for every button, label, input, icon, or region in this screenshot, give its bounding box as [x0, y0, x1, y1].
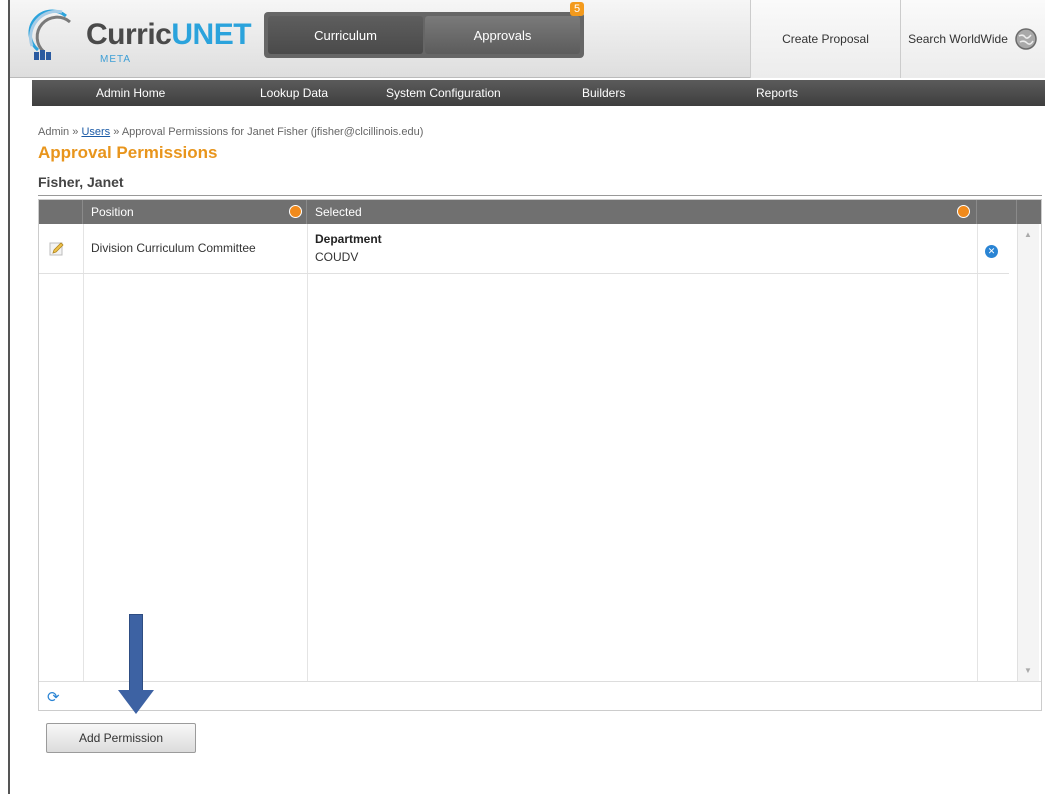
- approvals-count-badge: 5: [570, 2, 585, 16]
- breadcrumb-users-link[interactable]: Users: [81, 126, 110, 138]
- filter-icon[interactable]: [289, 205, 302, 218]
- annotation-arrow-icon: [118, 690, 154, 714]
- add-permission-label: Add Permission: [78, 731, 164, 745]
- menu-admin-home[interactable]: Admin Home: [96, 86, 165, 100]
- refresh-icon[interactable]: ⟳: [47, 688, 60, 706]
- scroll-up-arrow-icon[interactable]: ▲: [1024, 230, 1032, 239]
- grid-footer: ⟳: [39, 681, 1041, 710]
- page-frame: CurricUNET META Curriculum Approvals 5 C…: [8, 0, 1045, 794]
- divider: [38, 195, 1042, 196]
- grid-scrollbar[interactable]: ▲ ▼: [1017, 224, 1039, 681]
- edit-pencil-icon[interactable]: [49, 241, 65, 257]
- delete-icon[interactable]: ✕: [985, 245, 998, 258]
- curricunet-logo[interactable]: CurricUNET META: [26, 6, 252, 66]
- column-divider: [977, 224, 978, 681]
- annotation-arrow-shaft: [129, 614, 143, 692]
- header-position[interactable]: Position: [83, 200, 307, 224]
- breadcrumb-separator: »: [72, 126, 79, 138]
- filter-icon[interactable]: [957, 205, 970, 218]
- header-edit-column: [39, 200, 83, 224]
- header-selected[interactable]: Selected: [307, 200, 977, 224]
- menu-system-configuration[interactable]: System Configuration: [386, 86, 501, 100]
- breadcrumb: Admin » Users » Approval Permissions for…: [38, 126, 423, 138]
- create-proposal-button[interactable]: Create Proposal: [750, 0, 900, 78]
- header-position-label: Position: [91, 205, 134, 219]
- logo-sunburst-icon: [28, 9, 71, 60]
- table-row: Division Curriculum Committee Department…: [39, 224, 1009, 274]
- selected-value-cell: COUDV: [315, 250, 359, 264]
- scroll-down-arrow-icon[interactable]: ▼: [1024, 666, 1032, 675]
- menu-reports[interactable]: Reports: [756, 86, 798, 100]
- header-actions-column: [977, 200, 1017, 224]
- tab-curriculum[interactable]: Curriculum: [268, 16, 423, 54]
- globe-icon: [1015, 28, 1037, 50]
- menu-lookup-data[interactable]: Lookup Data: [260, 86, 328, 100]
- logo-meta-sub: META: [100, 54, 132, 65]
- logo-wordmark: CurricUNET: [86, 18, 252, 51]
- user-name-heading: Fisher, Janet: [38, 174, 124, 190]
- admin-menu-bar: Admin Home Lookup Data System Configurat…: [32, 80, 1045, 106]
- search-worldwide-button[interactable]: Search WorldWide: [900, 0, 1045, 78]
- add-permission-button[interactable]: Add Permission: [46, 723, 196, 753]
- page-title: Approval Permissions: [38, 143, 218, 162]
- search-worldwide-label: Search WorldWide: [908, 32, 1008, 46]
- header-selected-label: Selected: [315, 205, 362, 219]
- breadcrumb-current: Approval Permissions for Janet Fisher (j…: [121, 126, 424, 138]
- tab-approvals[interactable]: Approvals: [425, 16, 580, 54]
- column-divider: [307, 224, 308, 681]
- permissions-grid: Position Selected Division Curriculum Co…: [38, 199, 1042, 711]
- create-proposal-label: Create Proposal: [782, 32, 869, 46]
- grid-header: Position Selected: [39, 200, 1041, 224]
- selected-type-cell: Department: [315, 232, 382, 246]
- breadcrumb-admin: Admin: [38, 126, 70, 138]
- column-divider: [83, 224, 84, 681]
- position-cell: Division Curriculum Committee: [91, 241, 256, 255]
- top-header: CurricUNET META Curriculum Approvals 5 C…: [10, 0, 1045, 78]
- main-nav-tabs: Curriculum Approvals: [264, 12, 584, 58]
- breadcrumb-separator: »: [113, 126, 120, 138]
- menu-builders[interactable]: Builders: [582, 86, 625, 100]
